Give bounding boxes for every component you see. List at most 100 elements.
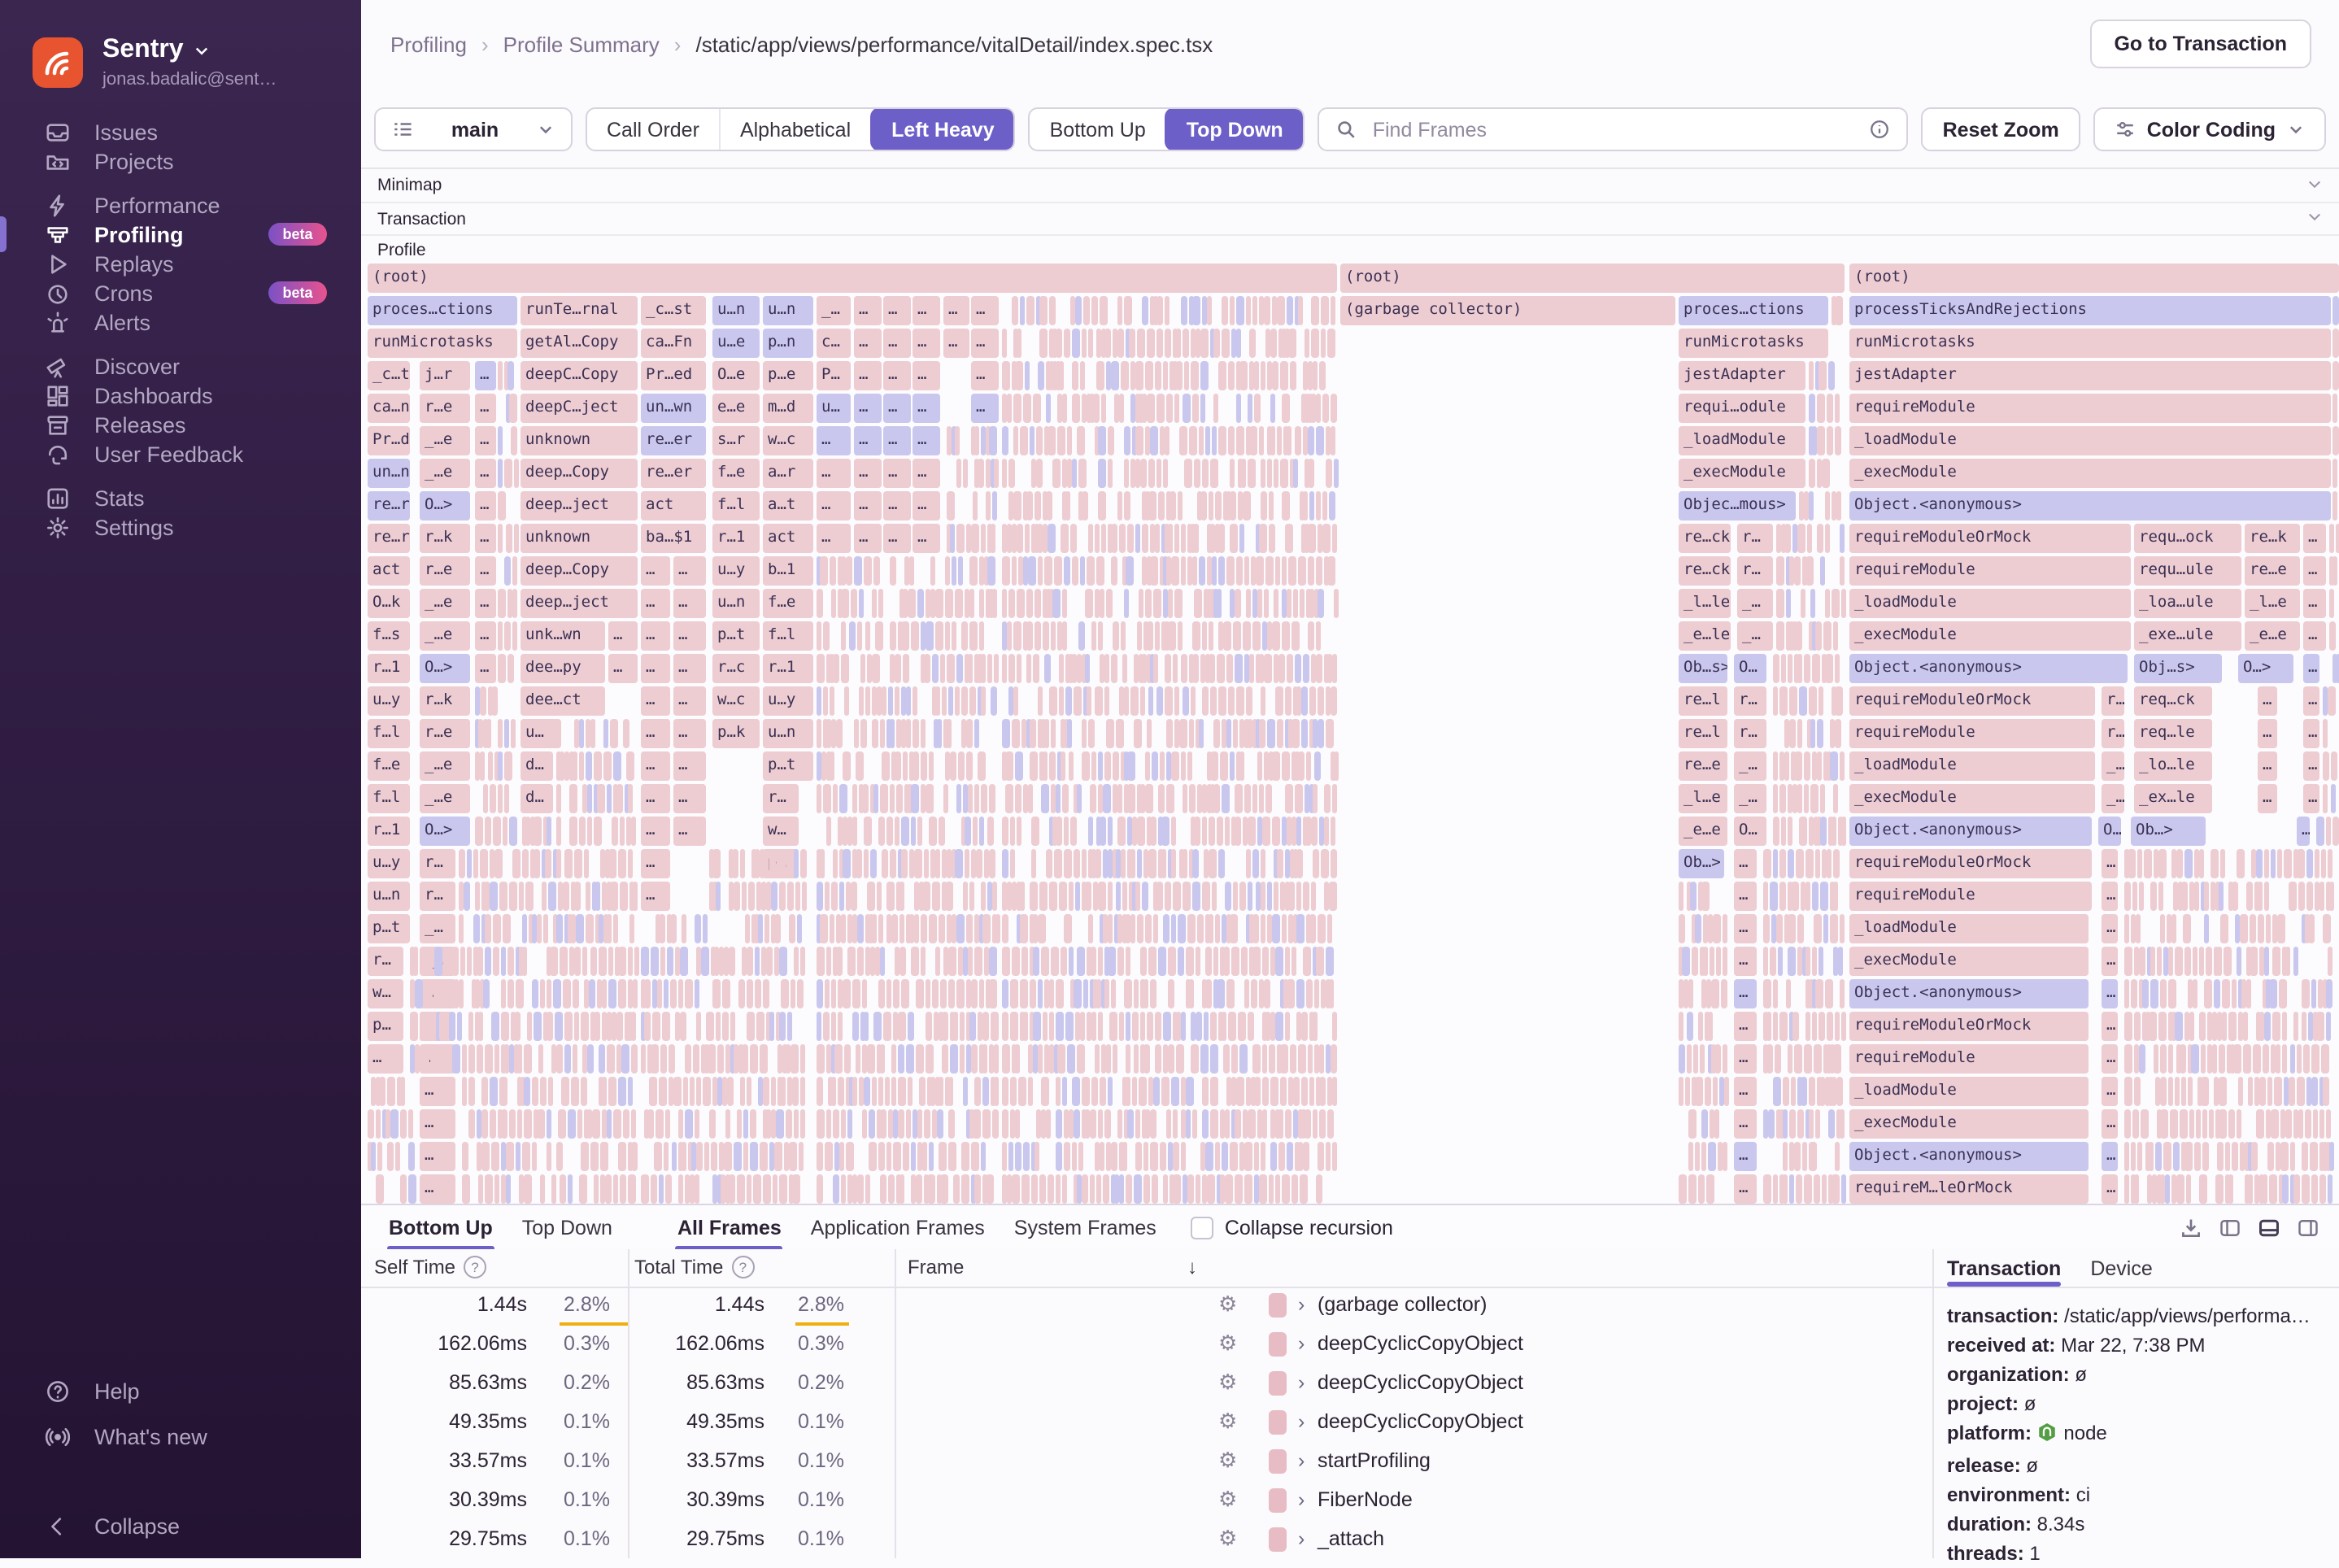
- flame-frame-sliver[interactable]: [1223, 1043, 1230, 1074]
- flame-frame[interactable]: …: [854, 523, 882, 553]
- flame-frame-sliver[interactable]: [1056, 1174, 1061, 1204]
- flame-frame-sliver[interactable]: [1200, 393, 1205, 423]
- flame-frame-sliver[interactable]: [547, 1108, 551, 1139]
- flame-frame-sliver[interactable]: [1117, 295, 1122, 325]
- flame-frame-sliver[interactable]: [673, 1076, 682, 1106]
- flame-frame-sliver[interactable]: [1818, 360, 1827, 390]
- flame-frame-sliver[interactable]: [1252, 783, 1257, 813]
- flame-frame-sliver[interactable]: [1043, 1011, 1048, 1041]
- flame-frame-sliver[interactable]: [831, 881, 838, 911]
- flame-frame-sliver[interactable]: [873, 1011, 882, 1041]
- flame-frame-sliver[interactable]: [789, 1141, 797, 1171]
- flame-frame-sliver[interactable]: [1028, 555, 1036, 586]
- flame-frame[interactable]: requireModule: [1849, 393, 2331, 423]
- flame-frame[interactable]: …: [2303, 718, 2319, 748]
- flame-frame-sliver[interactable]: [1833, 1043, 1841, 1074]
- flame-frame-sliver[interactable]: [2158, 881, 2163, 911]
- flame-frame[interactable]: …: [817, 523, 851, 553]
- flame-frame-sliver[interactable]: [755, 978, 761, 1008]
- flame-frame-sliver[interactable]: [1147, 328, 1155, 358]
- flame-frame-sliver[interactable]: [1688, 1174, 1697, 1204]
- flame-frame-sliver[interactable]: [872, 653, 880, 683]
- flame-frame-sliver[interactable]: [1106, 718, 1114, 748]
- flame-frame[interactable]: …: [475, 621, 496, 651]
- flame-frame-sliver[interactable]: [509, 881, 517, 911]
- flame-frame[interactable]: proces…ctions: [1679, 295, 1828, 325]
- flame-frame-sliver[interactable]: [2184, 1141, 2193, 1171]
- flame-frame[interactable]: _loadModule: [1849, 1076, 2089, 1106]
- flame-frame-sliver[interactable]: [1104, 978, 1109, 1008]
- flame-frame-sliver[interactable]: [1236, 1076, 1244, 1106]
- flame-frame-sliver[interactable]: [1002, 1076, 1008, 1106]
- flame-frame[interactable]: _e…e: [1679, 816, 1727, 846]
- flame-frame-sliver[interactable]: [725, 1108, 730, 1139]
- flame-frame-sliver[interactable]: [1822, 1174, 1827, 1204]
- flame-frame-sliver[interactable]: [485, 946, 491, 976]
- flame-frame-sliver[interactable]: [911, 816, 916, 846]
- flame-frame-sliver[interactable]: [1077, 425, 1085, 455]
- flame-frame-sliver[interactable]: [981, 686, 986, 716]
- flame-frame-sliver[interactable]: [1091, 751, 1096, 781]
- flame-frame-sliver[interactable]: [1056, 816, 1062, 846]
- flame-frame[interactable]: f…l: [368, 718, 410, 748]
- flame-frame-sliver[interactable]: [2134, 1076, 2141, 1106]
- flame-frame-sliver[interactable]: [1817, 425, 1825, 455]
- flame-frame-sliver[interactable]: [2331, 783, 2336, 813]
- flame-frame-sliver[interactable]: [1327, 913, 1332, 943]
- flame-frame-sliver[interactable]: [1155, 1043, 1161, 1074]
- flame-frame-sliver[interactable]: [1054, 555, 1062, 586]
- find-frames-search[interactable]: [1318, 107, 1909, 151]
- flame-frame[interactable]: p…k: [712, 718, 760, 748]
- flame-frame-sliver[interactable]: [1688, 978, 1693, 1008]
- flame-frame-sliver[interactable]: [839, 881, 844, 911]
- flame-frame-sliver[interactable]: [486, 718, 491, 748]
- flame-frame-sliver[interactable]: [1332, 783, 1337, 813]
- flame-frame-sliver[interactable]: [1059, 686, 1064, 716]
- flame-frame[interactable]: requireModuleOrMock: [1849, 523, 2131, 553]
- flame-frame-sliver[interactable]: [480, 751, 485, 781]
- flame-frame-sliver[interactable]: [1278, 653, 1285, 683]
- flame-frame-sliver[interactable]: [504, 751, 512, 781]
- flame-frame-sliver[interactable]: [1269, 1043, 1275, 1074]
- flame-frame-sliver[interactable]: [1156, 458, 1161, 488]
- sidebar-item-projects[interactable]: Projects: [0, 146, 361, 176]
- flame-frame-sliver[interactable]: [2321, 848, 2326, 878]
- flame-frame[interactable]: …: [2303, 783, 2319, 813]
- flame-frame[interactable]: c…: [817, 328, 851, 358]
- flame-frame-sliver[interactable]: [1196, 946, 1200, 976]
- flame-frame-sliver[interactable]: [599, 946, 607, 976]
- flame-frame-sliver[interactable]: [1280, 1043, 1288, 1074]
- flame-frame-sliver[interactable]: [981, 653, 986, 683]
- flame-frame-sliver[interactable]: [670, 978, 677, 1008]
- flame-frame-sliver[interactable]: [913, 686, 917, 716]
- flame-frame-sliver[interactable]: [696, 1076, 701, 1106]
- flame-frame-sliver[interactable]: [595, 881, 600, 911]
- flame-frame-sliver[interactable]: [695, 1108, 699, 1139]
- flame-frame[interactable]: …: [971, 295, 999, 325]
- sidebar-item-profiling[interactable]: Profilingbeta: [0, 220, 361, 249]
- flame-frame-sliver[interactable]: [867, 881, 875, 911]
- flame-frame[interactable]: …: [913, 393, 940, 423]
- flame-frame[interactable]: r…1: [368, 653, 410, 683]
- flame-frame-sliver[interactable]: [1191, 360, 1199, 390]
- flame-frame-sliver[interactable]: [1191, 686, 1196, 716]
- flame-frame-sliver[interactable]: [1044, 653, 1051, 683]
- flame-frame-sliver[interactable]: [1148, 848, 1156, 878]
- flame-frame-sliver[interactable]: [1293, 588, 1298, 618]
- flame-frame[interactable]: …: [420, 1076, 455, 1106]
- flame-frame[interactable]: _c…st: [641, 295, 706, 325]
- flame-frame[interactable]: …: [420, 1141, 455, 1171]
- flame-frame-sliver[interactable]: [2131, 1141, 2136, 1171]
- flame-frame-sliver[interactable]: [607, 1043, 615, 1074]
- flame-frame[interactable]: _execModule: [1679, 458, 1805, 488]
- flame-frame-sliver[interactable]: [1183, 686, 1189, 716]
- flame-frame-sliver[interactable]: [1183, 848, 1187, 878]
- flame-frame-sliver[interactable]: [613, 751, 621, 781]
- flame-frame-sliver[interactable]: [652, 1011, 660, 1041]
- flame-frame-sliver[interactable]: [831, 588, 836, 618]
- flame-frame-sliver[interactable]: [1331, 816, 1335, 846]
- flame-frame[interactable]: _l…le: [1679, 588, 1731, 618]
- flame-frame-sliver[interactable]: [2186, 1174, 2191, 1204]
- frame-settings-gear-icon[interactable]: ⚙: [1218, 1291, 1237, 1318]
- flame-frame[interactable]: …: [1734, 881, 1757, 911]
